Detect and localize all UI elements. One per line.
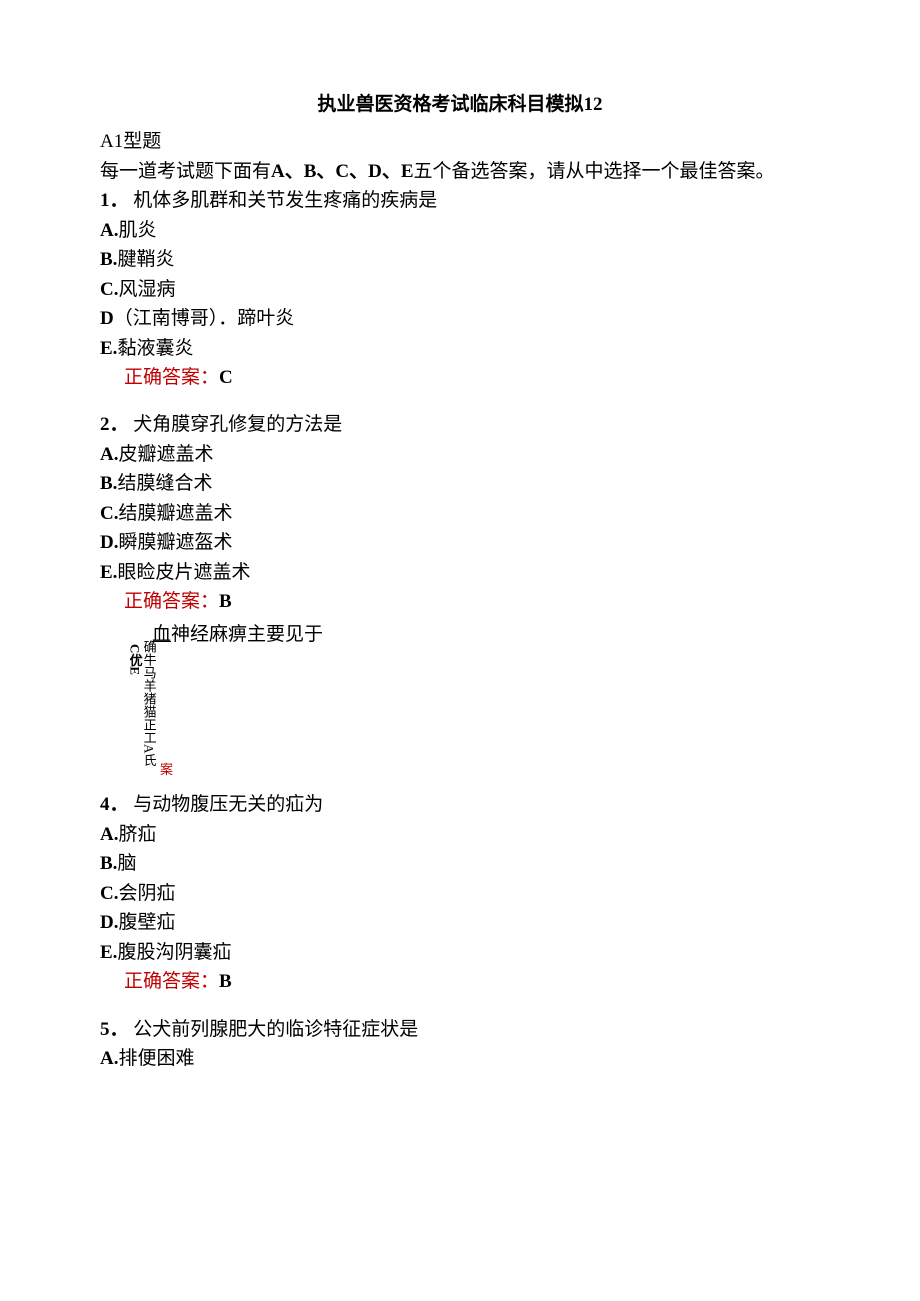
question-stem: 机体多肌群和关节发生疼痛的疾病是 <box>133 190 437 211</box>
q3-vertical-text: 确牛马羊猪猫正工A氏 <box>142 640 156 766</box>
option-label: D <box>100 308 114 329</box>
option-label: E. <box>100 942 117 963</box>
question-number: 5． <box>100 1019 129 1040</box>
question-3-garbled: 血神经麻痹主要见于 确牛马羊猪猫正工A氏 C优E 案 <box>100 620 820 790</box>
question-2: 2． 犬角膜穿孔修复的方法是 <box>100 410 820 439</box>
option-text: 腹壁疝 <box>118 912 175 933</box>
option-label: D. <box>100 912 118 933</box>
answer-value: B <box>219 591 232 612</box>
option-d: D（江南博哥）．蹄叶炎 <box>100 304 820 333</box>
instructions-options: A、B、C、D、E <box>271 161 414 182</box>
option-label: A. <box>100 220 118 241</box>
option-e: E.黏液囊炎 <box>100 334 820 363</box>
instructions-part-a: 每一道考试题下面有 <box>100 161 271 182</box>
option-d: D.腹壁疝 <box>100 908 820 937</box>
option-a: A.排便困难 <box>100 1044 820 1073</box>
question-5: 5． 公犬前列腺肥大的临诊特征症状是 <box>100 1015 820 1044</box>
option-label: B. <box>100 473 117 494</box>
option-label: E. <box>100 338 117 359</box>
instructions: 每一道考试题下面有A、B、C、D、E五个备选答案，请从中选择一个最佳答案。 <box>100 157 820 186</box>
correct-answer: 正确答案：B <box>100 967 820 996</box>
option-text: 会阴疝 <box>118 883 175 904</box>
question-stem: 公犬前列腺肥大的临诊特征症状是 <box>133 1019 418 1040</box>
option-text: 结膜瓣遮盖术 <box>118 503 232 524</box>
section-heading: A1型题 <box>100 127 820 156</box>
option-text: 肌炎 <box>118 220 156 241</box>
option-text: 瞬膜瓣遮盔术 <box>118 532 232 553</box>
option-text: 排便困难 <box>118 1048 194 1069</box>
option-c: C.会阴疝 <box>100 879 820 908</box>
option-label: D. <box>100 532 118 553</box>
answer-value: C <box>219 367 233 388</box>
instructions-part-c: 五个备选答案，请从中选择一个最佳答案。 <box>414 161 775 182</box>
option-text: 皮瓣遮盖术 <box>118 444 213 465</box>
question-4: 4． 与动物腹压无关的疝为 <box>100 790 820 819</box>
option-text: 蹄叶炎 <box>237 308 294 329</box>
answer-label: 正确答案： <box>124 591 219 612</box>
option-text: 脐疝 <box>118 824 156 845</box>
correct-answer: 正确答案：B <box>100 587 820 616</box>
option-label: B. <box>100 853 117 874</box>
q3-side-text: C优E <box>128 644 142 675</box>
q3-ans-char: 案 <box>160 760 173 780</box>
option-label: A. <box>100 824 118 845</box>
option-a: A.肌炎 <box>100 216 820 245</box>
question-number: 4． <box>100 794 129 815</box>
question-number: 2． <box>100 414 129 435</box>
option-text: 脑 <box>117 853 136 874</box>
option-text: 腱鞘炎 <box>117 249 174 270</box>
option-d: D.瞬膜瓣遮盔术 <box>100 528 820 557</box>
question-number: 1． <box>100 190 129 211</box>
q3-horiz-rest: 神经麻痹主要见于 <box>171 624 323 645</box>
option-label: C. <box>100 883 118 904</box>
option-text: 腹股沟阴囊疝 <box>117 942 231 963</box>
option-b: B.结膜缝合术 <box>100 469 820 498</box>
option-c: C.结膜瓣遮盖术 <box>100 499 820 528</box>
correct-answer: 正确答案：C <box>100 363 820 392</box>
page-title: 执业兽医资格考试临床科目模拟12 <box>100 90 820 119</box>
option-e: E.腹股沟阴囊疝 <box>100 938 820 967</box>
answer-label: 正确答案： <box>124 367 219 388</box>
option-text: 风湿病 <box>118 279 175 300</box>
option-paren: （江南博哥）． <box>114 308 238 329</box>
option-label: B. <box>100 249 117 270</box>
question-stem: 与动物腹压无关的疝为 <box>133 794 323 815</box>
option-b: B.腱鞘炎 <box>100 245 820 274</box>
answer-value: B <box>219 971 232 992</box>
option-b: B.脑 <box>100 849 820 878</box>
option-a: A.皮瓣遮盖术 <box>100 440 820 469</box>
question-1: 1． 机体多肌群和关节发生疼痛的疾病是 <box>100 186 820 215</box>
q3-horizontal-text: 血神经麻痹主要见于 <box>152 620 323 649</box>
option-text: 眼睑皮片遮盖术 <box>117 562 250 583</box>
option-label: C. <box>100 503 118 524</box>
option-label: C. <box>100 279 118 300</box>
option-label: A. <box>100 1048 118 1069</box>
option-label: A. <box>100 444 118 465</box>
question-stem: 犬角膜穿孔修复的方法是 <box>133 414 342 435</box>
option-text: 结膜缝合术 <box>117 473 212 494</box>
option-c: C.风湿病 <box>100 275 820 304</box>
option-a: A.脐疝 <box>100 820 820 849</box>
option-e: E.眼睑皮片遮盖术 <box>100 558 820 587</box>
answer-label: 正确答案： <box>124 971 219 992</box>
option-text: 黏液囊炎 <box>117 338 193 359</box>
option-label: E. <box>100 562 117 583</box>
